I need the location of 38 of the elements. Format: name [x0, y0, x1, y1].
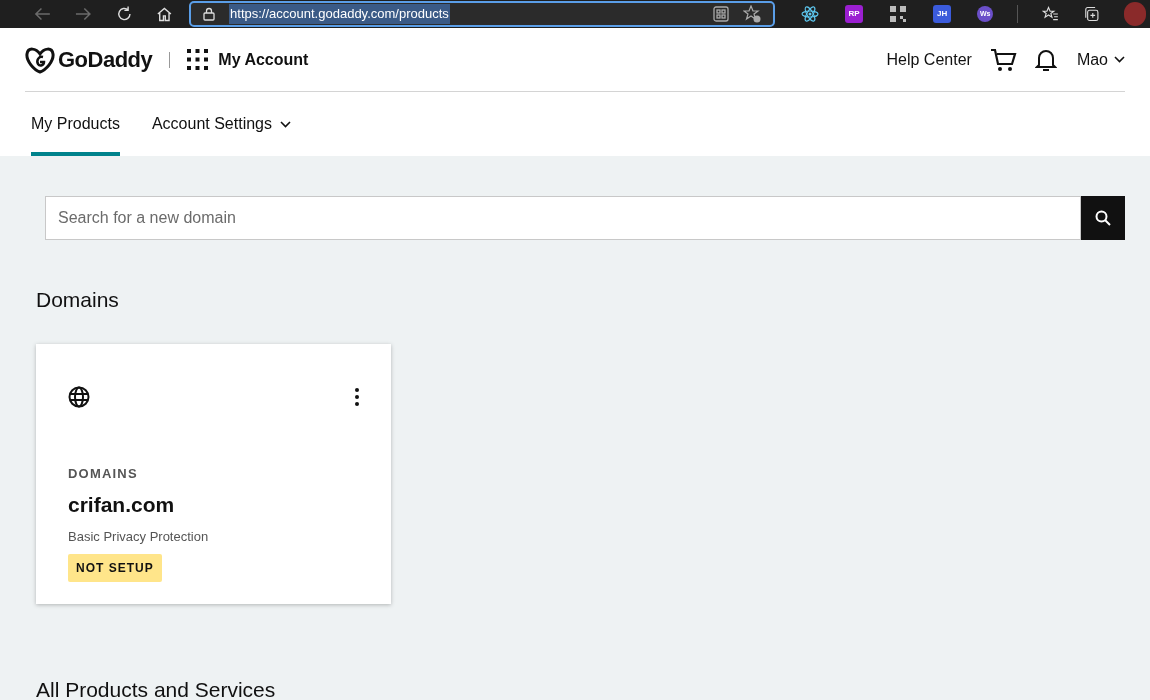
star-add-icon[interactable]: [743, 5, 762, 23]
section-title: All Products and Services: [36, 676, 277, 700]
home-icon[interactable]: [156, 5, 174, 23]
favorites-icon[interactable]: [1042, 5, 1059, 23]
atom-icon[interactable]: [801, 5, 820, 23]
domain-card[interactable]: DOMAINS crifan.com Basic Privacy Protection NOT SETUP: [36, 343, 391, 604]
chevron-down-icon: [1114, 56, 1125, 63]
bell-icon[interactable]: [1034, 47, 1057, 72]
apps-icon[interactable]: [713, 6, 730, 22]
lock-icon: [203, 7, 216, 21]
domain-name[interactable]: crifan.com: [68, 489, 359, 521]
url-text: https://account.godaddy.com/products: [229, 4, 450, 24]
more-options-icon[interactable]: [355, 387, 359, 406]
search-field[interactable]: Search for a new domain: [45, 196, 1081, 240]
help-center-link[interactable]: Help Center: [886, 47, 972, 72]
reload-icon[interactable]: [115, 5, 133, 23]
user-menu[interactable]: Mao: [1076, 47, 1125, 72]
section-title: Domains: [36, 287, 120, 313]
forward-icon[interactable]: [74, 7, 92, 21]
logo-text[interactable]: GoDaddy: [58, 43, 153, 76]
cart-icon[interactable]: [989, 47, 1017, 72]
back-icon[interactable]: [34, 7, 51, 21]
apps-grid-icon[interactable]: [187, 49, 209, 70]
extension-icon[interactable]: RP: [845, 5, 864, 23]
nav-tab[interactable]: Account Settings: [151, 92, 291, 156]
qr-code-icon[interactable]: [889, 5, 908, 23]
address-bar[interactable]: https://account.godaddy.com/products: [189, 1, 776, 27]
extension-icon[interactable]: JH: [933, 5, 952, 23]
search-icon: [1095, 210, 1111, 226]
globe-icon: [68, 385, 90, 408]
nav-tab[interactable]: My Products: [31, 92, 120, 156]
search-button[interactable]: [1081, 196, 1125, 240]
plan-text: Basic Privacy Protection: [68, 527, 210, 546]
logo-icon: [25, 45, 55, 74]
status-badge: NOT SETUP: [68, 554, 162, 582]
app-title[interactable]: My Account: [218, 47, 309, 72]
collections-icon[interactable]: [1082, 5, 1100, 23]
category-label: DOMAINS: [68, 464, 139, 483]
